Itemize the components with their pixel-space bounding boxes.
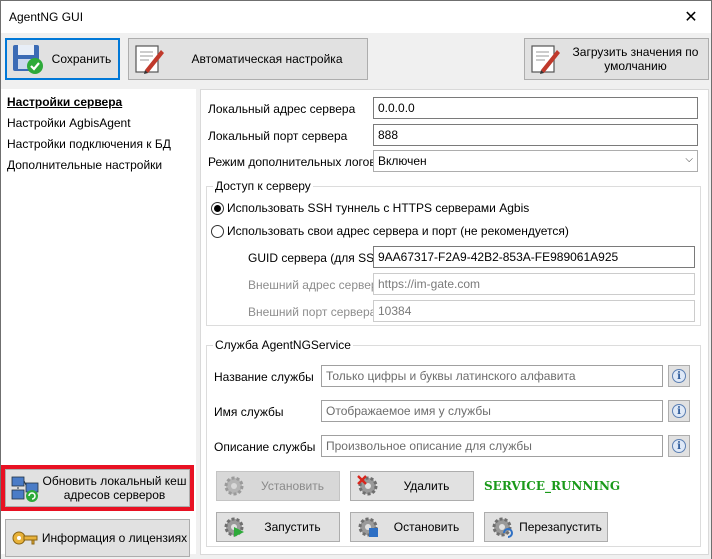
- sidebar-item-additional[interactable]: Дополнительные настройки: [7, 158, 162, 172]
- service-group: Служба AgentNGService Название службы То…: [206, 338, 701, 547]
- service-name-field[interactable]: Только цифры и буквы латинского алфавита: [321, 365, 663, 387]
- log-mode-value: Включен: [378, 154, 427, 168]
- service-status: SERVICE_RUNNING: [484, 479, 621, 493]
- client-area: Настройки сервера Настройки AgbisAgent Н…: [1, 85, 711, 559]
- edit-document-icon: [531, 45, 560, 74]
- sidebar-item-db-connection[interactable]: Настройки подключения к БД: [7, 137, 171, 151]
- own-address-radio[interactable]: Использовать свои адрес сервера и порт (…: [211, 224, 569, 238]
- info-icon: i: [672, 439, 686, 453]
- gear-stop-icon: [358, 517, 378, 537]
- save-floppy-icon: [13, 45, 43, 74]
- start-label: Запустить: [264, 520, 321, 534]
- gear-delete-icon: [357, 475, 378, 496]
- save-button[interactable]: Сохранить: [5, 38, 120, 80]
- restart-service-button[interactable]: Перезапустить: [484, 512, 608, 542]
- server-access-title: Доступ к серверу: [213, 179, 313, 193]
- start-service-button[interactable]: Запустить: [216, 512, 340, 542]
- gear-play-icon: [224, 517, 244, 537]
- radio-checked-icon: [211, 201, 224, 215]
- ssh-tunnel-label: Использовать SSH туннель с HTTPS сервера…: [227, 201, 530, 215]
- service-display-label: Имя службы: [214, 405, 284, 419]
- stop-service-button[interactable]: Остановить: [350, 512, 474, 542]
- guid-label: GUID сервера (для SSH): [248, 251, 387, 265]
- service-display-info-button[interactable]: i: [668, 400, 690, 422]
- local-address-label: Локальный адрес сервера: [208, 102, 356, 116]
- auto-config-button[interactable]: Автоматическая настройка: [128, 38, 368, 80]
- external-port-label: Внешний порт сервера: [248, 305, 377, 319]
- guid-field[interactable]: 9AA67317-F2A9-42B2-853A-FE989061A925: [373, 246, 695, 268]
- local-port-field[interactable]: 888: [373, 124, 698, 146]
- local-address-field[interactable]: 0.0.0.0: [373, 97, 698, 119]
- log-mode-select[interactable]: Включен ⌵: [373, 150, 698, 172]
- stop-label: Остановить: [393, 520, 460, 534]
- title-bar: AgentNG GUI ✕: [1, 1, 711, 33]
- log-mode-label: Режим дополнительных логов: [208, 155, 376, 169]
- service-name-label: Название службы: [214, 370, 314, 384]
- sidebar-item-agbisagent[interactable]: Настройки AgbisAgent: [7, 116, 131, 130]
- gear-icon: [224, 476, 244, 496]
- close-icon[interactable]: ✕: [671, 1, 711, 33]
- toolbar: Сохранить Автоматическая настройка Загру…: [1, 33, 711, 85]
- delete-service-button[interactable]: Удалить: [350, 471, 474, 501]
- restart-label: Перезапустить: [519, 520, 602, 534]
- service-desc-field[interactable]: Произвольное описание для службы: [321, 435, 663, 457]
- license-info-label: Информация о лицензиях: [41, 531, 188, 545]
- save-label: Сохранить: [51, 52, 112, 66]
- external-port-field[interactable]: 10384: [373, 300, 695, 322]
- delete-label: Удалить: [403, 479, 450, 493]
- external-address-field[interactable]: https://im-gate.com: [373, 273, 695, 295]
- local-port-label: Локальный порт сервера: [208, 129, 348, 143]
- service-display-field[interactable]: Отображаемое имя у службы: [321, 400, 663, 422]
- info-icon: i: [672, 369, 686, 383]
- service-name-info-button[interactable]: i: [668, 365, 690, 387]
- radio-unchecked-icon: [211, 224, 224, 238]
- ssh-tunnel-radio[interactable]: Использовать SSH туннель с HTTPS сервера…: [211, 201, 529, 215]
- install-service-button[interactable]: Установить: [216, 471, 340, 501]
- sidebar-item-server-settings[interactable]: Настройки сервера: [7, 95, 122, 109]
- load-defaults-label: Загрузить значения по умолчанию: [572, 45, 699, 73]
- chevron-down-icon: ⌵: [685, 154, 693, 165]
- external-address-label: Внешний адрес сервера: [248, 278, 385, 292]
- server-settings-panel: Локальный адрес сервера 0.0.0.0 Локальны…: [200, 89, 709, 555]
- auto-config-label: Автоматическая настройка: [191, 52, 343, 66]
- edit-document-icon: [135, 45, 164, 74]
- gear-restart-icon: [492, 517, 513, 538]
- highlight-box: [1, 465, 194, 511]
- service-desc-label: Описание службы: [214, 440, 316, 454]
- service-desc-info-button[interactable]: i: [668, 435, 690, 457]
- load-defaults-button[interactable]: Загрузить значения по умолчанию: [524, 38, 709, 80]
- key-icon: [12, 531, 38, 545]
- app-window: AgentNG GUI ✕ Сохранить Автоматическая н…: [0, 0, 712, 559]
- window-title: AgentNG GUI: [9, 10, 84, 24]
- own-address-label: Использовать свои адрес сервера и порт (…: [227, 224, 569, 238]
- info-icon: i: [672, 404, 686, 418]
- sidebar: Настройки сервера Настройки AgbisAgent Н…: [1, 89, 196, 557]
- install-label: Установить: [261, 479, 324, 493]
- service-group-title: Служба AgentNGService: [213, 338, 353, 352]
- server-access-group: Доступ к серверу Использовать SSH туннел…: [206, 179, 701, 326]
- license-info-button[interactable]: Информация о лицензиях: [5, 519, 190, 557]
